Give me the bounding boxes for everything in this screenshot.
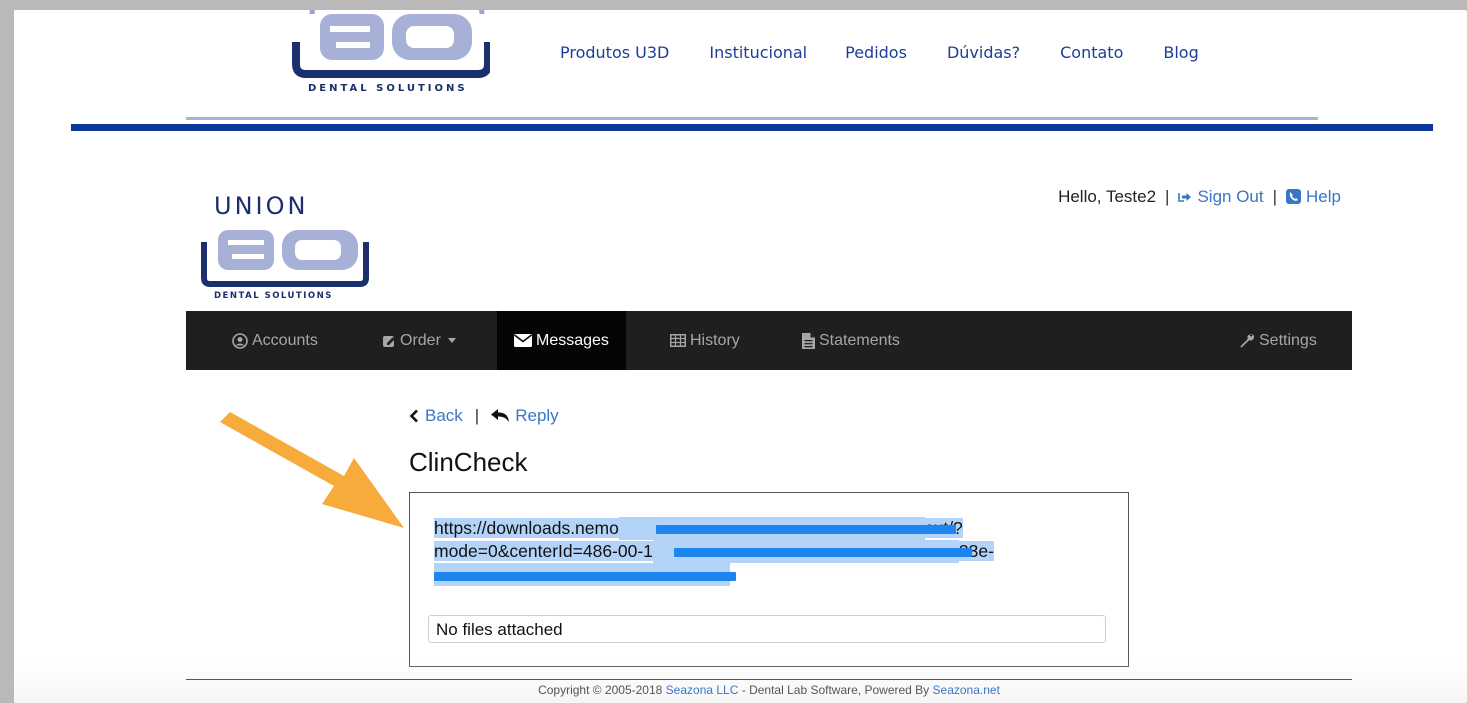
site-header: DENTAL SOLUTIONS Produtos U3D Institucio… bbox=[14, 10, 1467, 134]
nav-blog[interactable]: Blog bbox=[1163, 43, 1198, 62]
nav-order-dropdown[interactable]: Order bbox=[382, 311, 456, 370]
message-text: mode=0&centerId=486-00-1 bbox=[434, 541, 653, 561]
redaction-mark bbox=[434, 572, 736, 581]
nav-settings-label: Settings bbox=[1259, 331, 1317, 349]
message-body[interactable]: https://downloads.nemocut/? mode=0&cente… bbox=[434, 517, 1004, 586]
nav-produtos-u3d[interactable]: Produtos U3D bbox=[560, 43, 669, 62]
nav-history-label: History bbox=[690, 331, 740, 349]
greeting-text: Hello, Teste2 bbox=[1058, 187, 1157, 206]
union-3d-logo[interactable]: UNION DENTAL SOLUTIONS bbox=[200, 192, 370, 300]
user-bar: Hello, Teste2 | Sign Out | Help bbox=[1058, 187, 1341, 207]
header-divider-dark bbox=[71, 124, 1433, 131]
reply-link[interactable]: Reply bbox=[491, 406, 559, 426]
header-divider-light bbox=[186, 117, 1318, 120]
nav-messages-label: Messages bbox=[536, 331, 609, 349]
nav-accounts[interactable]: Accounts bbox=[232, 311, 318, 370]
footer-site-link[interactable]: Seazona.net bbox=[933, 683, 1000, 697]
footer: Copyright © 2005-2018 Seazona LLC - Dent… bbox=[186, 683, 1352, 697]
edit-square-icon bbox=[383, 335, 395, 347]
separator: | bbox=[1165, 187, 1170, 206]
union-logo-subtitle: DENTAL SOLUTIONS bbox=[214, 291, 333, 300]
separator: | bbox=[1272, 187, 1278, 206]
nav-statements[interactable]: Statements bbox=[802, 311, 900, 370]
nav-settings[interactable]: Settings bbox=[1239, 311, 1317, 370]
file-text-icon bbox=[802, 332, 815, 349]
annotation-arrow-icon bbox=[220, 412, 404, 528]
sign-out-link[interactable]: Sign Out bbox=[1178, 187, 1264, 207]
attachments-box: No files attached bbox=[428, 615, 1106, 643]
redaction-mark bbox=[674, 548, 972, 557]
nav-statements-label: Statements bbox=[819, 331, 900, 349]
wrench-icon bbox=[1240, 333, 1255, 347]
help-label: Help bbox=[1306, 187, 1341, 206]
union-logo-text: UNION bbox=[214, 192, 308, 220]
nav-accounts-label: Accounts bbox=[252, 331, 318, 349]
table-icon bbox=[670, 334, 686, 347]
reply-icon bbox=[491, 409, 510, 422]
redaction-mark bbox=[656, 525, 956, 534]
footer-copyright: Copyright © 2005-2018 bbox=[538, 683, 666, 697]
phone-icon bbox=[1286, 189, 1302, 204]
sign-out-icon bbox=[1178, 193, 1192, 202]
nav-pedidos[interactable]: Pedidos bbox=[845, 43, 907, 62]
nav-duvidas[interactable]: Dúvidas? bbox=[947, 43, 1020, 62]
envelope-icon bbox=[514, 334, 532, 347]
message-box: https://downloads.nemocut/? mode=0&cente… bbox=[409, 492, 1129, 667]
footer-company-link[interactable]: Seazona LLC bbox=[666, 683, 739, 697]
reply-label: Reply bbox=[515, 406, 559, 425]
nav-history[interactable]: History bbox=[670, 311, 740, 370]
main-nav: Accounts Order Messages History Statemen… bbox=[186, 311, 1352, 370]
message-text: https://downloads.nemo bbox=[434, 518, 619, 538]
browser-page: DENTAL SOLUTIONS Produtos U3D Institucio… bbox=[14, 10, 1467, 703]
nav-contato[interactable]: Contato bbox=[1060, 43, 1123, 62]
footer-divider bbox=[186, 679, 1352, 680]
help-link[interactable]: Help bbox=[1286, 187, 1341, 207]
nav-messages[interactable]: Messages bbox=[497, 311, 626, 370]
u3d-site-logo-subtitle: DENTAL SOLUTIONS bbox=[308, 83, 468, 94]
separator: | bbox=[474, 406, 480, 425]
site-nav: Produtos U3D Institucional Pedidos Dúvid… bbox=[560, 43, 1239, 62]
user-circle-icon bbox=[232, 332, 248, 349]
nav-order-label: Order bbox=[400, 331, 441, 349]
nav-institucional[interactable]: Institucional bbox=[709, 43, 807, 62]
footer-middle-text: - Dental Lab Software, Powered By bbox=[738, 683, 933, 697]
sign-out-label: Sign Out bbox=[1197, 187, 1264, 206]
chevron-down-icon bbox=[447, 338, 456, 343]
